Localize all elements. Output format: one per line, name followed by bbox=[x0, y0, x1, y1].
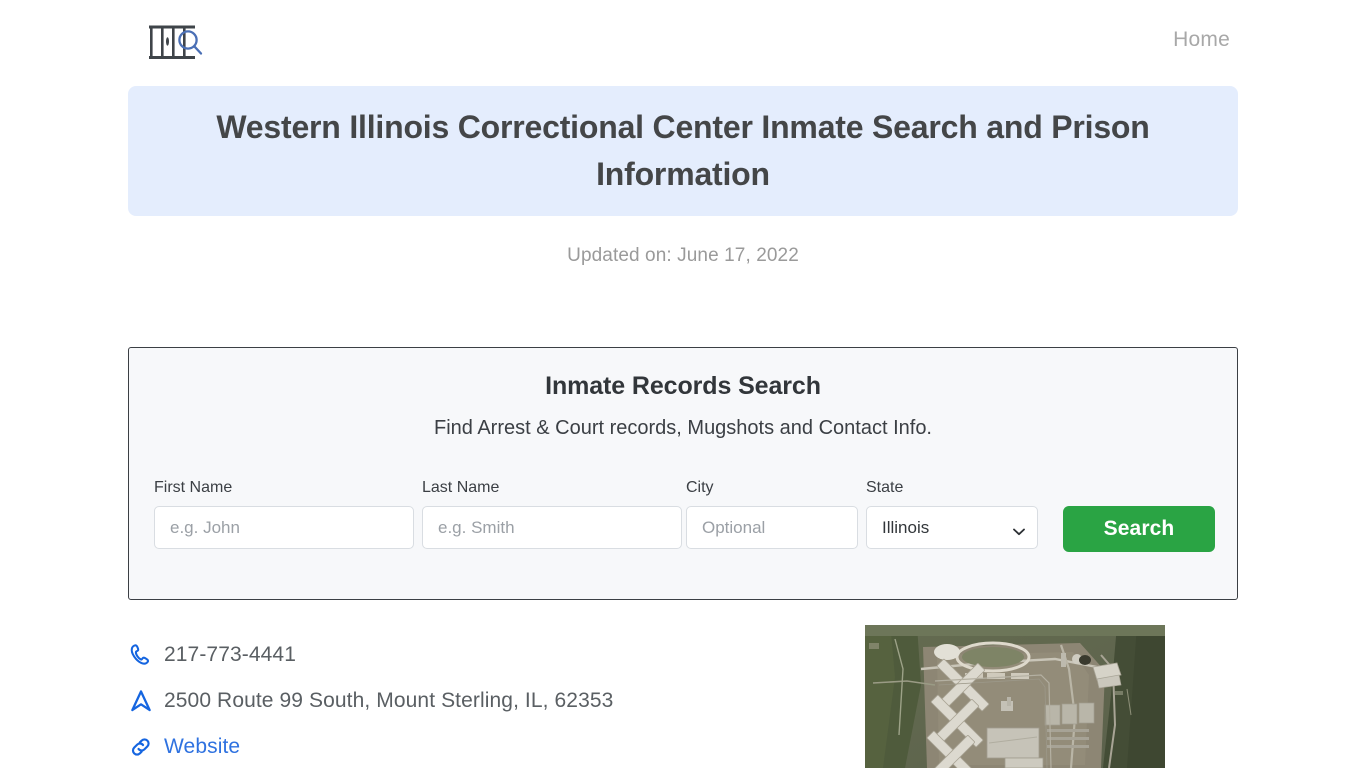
page-title: Western Illinois Correctional Center Inm… bbox=[216, 109, 1150, 192]
navigation-arrow-icon bbox=[128, 686, 164, 716]
inmate-records-search-card: Inmate Records Search Find Arrest & Cour… bbox=[128, 347, 1238, 600]
phone-number: 217-773-4441 bbox=[164, 643, 296, 666]
field-first-name: First Name bbox=[154, 479, 414, 549]
search-card-subtitle: Find Arrest & Court records, Mugshots an… bbox=[433, 417, 932, 439]
state-select[interactable]: Illinois bbox=[866, 506, 1038, 549]
contact-row-website: Website bbox=[128, 724, 828, 768]
page-root: Home Western Illinois Correctional Cente… bbox=[0, 0, 1366, 768]
contact-row-address: 2500 Route 99 South, Mount Sterling, IL,… bbox=[128, 678, 828, 724]
city-input[interactable] bbox=[686, 506, 858, 549]
first-name-input[interactable] bbox=[154, 506, 414, 549]
aerial-photo-graphic bbox=[865, 625, 1165, 768]
search-card-title: Inmate Records Search bbox=[545, 372, 821, 400]
first-name-label: First Name bbox=[154, 479, 233, 496]
last-name-label: Last Name bbox=[422, 479, 500, 496]
page-title-banner: Western Illinois Correctional Center Inm… bbox=[128, 86, 1238, 216]
site-header: Home bbox=[0, 0, 1366, 84]
state-label: State bbox=[866, 479, 904, 496]
prison-bars-search-logo[interactable] bbox=[146, 22, 206, 62]
facility-address: 2500 Route 99 South, Mount Sterling, IL,… bbox=[164, 689, 614, 712]
logo-icon bbox=[149, 25, 203, 59]
field-city: City bbox=[686, 479, 858, 549]
contact-row-phone: 217-773-4441 bbox=[128, 632, 828, 678]
nav-link-home[interactable]: Home bbox=[1173, 28, 1230, 51]
facility-aerial-photo bbox=[865, 625, 1165, 768]
website-link[interactable]: Website bbox=[164, 735, 240, 759]
phone-icon bbox=[128, 640, 164, 670]
main-nav: Home bbox=[1173, 28, 1230, 52]
last-name-input[interactable] bbox=[422, 506, 682, 549]
field-last-name: Last Name bbox=[422, 479, 682, 549]
state-select-wrapper: Illinois bbox=[866, 506, 1038, 549]
city-label: City bbox=[686, 479, 714, 496]
updated-on-text: Updated on: June 17, 2022 bbox=[567, 245, 799, 266]
field-state: State Illinois bbox=[866, 479, 1038, 549]
search-form: First Name Last Name City State Illinois bbox=[129, 479, 1239, 579]
facility-contact-list: 217-773-4441 2500 Route 99 South, Mount … bbox=[128, 632, 828, 768]
search-button[interactable]: Search bbox=[1063, 506, 1215, 552]
link-icon bbox=[128, 732, 164, 762]
